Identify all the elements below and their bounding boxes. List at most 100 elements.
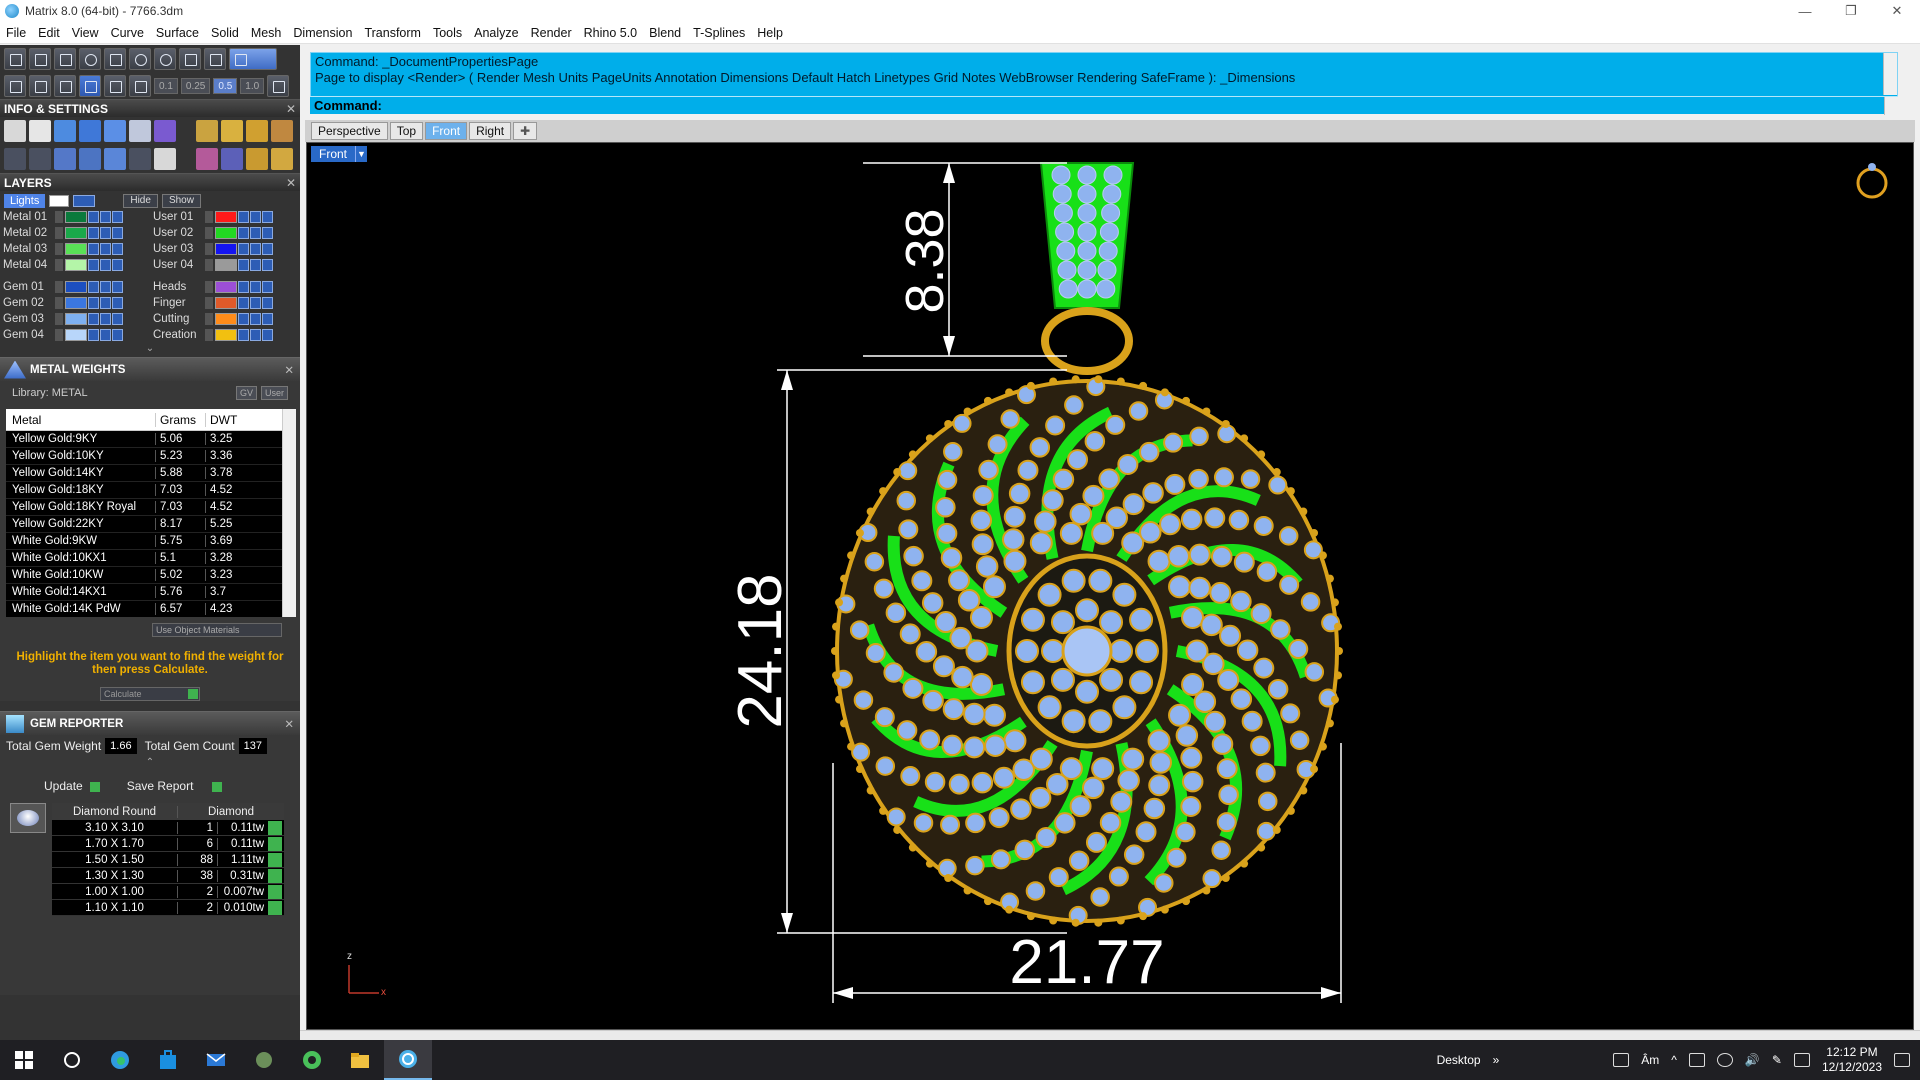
layer-swatch[interactable] <box>65 297 87 309</box>
ring-navigator-icon[interactable] <box>1856 163 1888 199</box>
layer-row[interactable]: Metal 02 <box>0 225 150 241</box>
select-layer-icon[interactable] <box>262 211 273 223</box>
layer-row[interactable]: Creation <box>150 327 300 343</box>
ring-icon[interactable] <box>196 148 218 170</box>
lock-icon[interactable] <box>88 297 99 309</box>
onedrive-icon[interactable] <box>1716 1053 1733 1067</box>
pen-icon[interactable]: ✎ <box>1772 1053 1782 1067</box>
layer-row[interactable]: Metal 04 <box>0 257 150 273</box>
grid-icon[interactable] <box>4 74 26 97</box>
lights-toggle[interactable]: Lights <box>4 194 46 208</box>
menu-tools[interactable]: Tools <box>427 26 468 40</box>
grid-snap-icon[interactable] <box>267 74 290 97</box>
table-row[interactable]: White Gold:9KW 5.75 3.69 <box>6 533 296 550</box>
menu-rhino[interactable]: Rhino 5.0 <box>578 26 644 40</box>
select-layer-icon[interactable] <box>112 227 123 239</box>
menu-render[interactable]: Render <box>525 26 578 40</box>
taskbar-store[interactable] <box>144 1040 192 1080</box>
select-layer-icon[interactable] <box>112 211 123 223</box>
layer-swatch[interactable] <box>215 259 237 271</box>
close-icon[interactable]: ✕ <box>286 176 296 190</box>
layer-row[interactable]: Metal 03 <box>0 241 150 257</box>
layer-row[interactable]: Gem 01 <box>0 279 150 295</box>
taskbar-mail[interactable] <box>192 1040 240 1080</box>
update-button[interactable]: Update <box>44 779 101 793</box>
cube-icon[interactable] <box>79 120 101 142</box>
close-button[interactable]: ✕ <box>1874 0 1920 22</box>
lock-icon[interactable] <box>238 243 249 255</box>
visible-icon[interactable] <box>250 259 261 271</box>
lock-icon[interactable] <box>88 227 99 239</box>
expand-arrow-icon[interactable] <box>55 211 63 223</box>
expand-arrow-icon[interactable] <box>55 329 63 341</box>
taskbar-matrix[interactable] <box>384 1040 432 1080</box>
layer-row[interactable]: User 02 <box>150 225 300 241</box>
lock-icon[interactable] <box>238 281 249 293</box>
table-row[interactable]: Yellow Gold:18KY 7.03 4.52 <box>6 482 296 499</box>
visible-icon[interactable] <box>100 313 111 325</box>
select-layer-icon[interactable] <box>262 281 273 293</box>
taskbar-app-2[interactable] <box>288 1040 336 1080</box>
add-tab-icon[interactable]: ✚ <box>513 122 538 140</box>
expand-arrow-icon[interactable] <box>55 297 63 309</box>
snap-chip-1-0[interactable]: 1.0 <box>240 77 265 94</box>
snap-chip-0-5[interactable]: 0.5 <box>213 77 238 94</box>
snap-icon[interactable] <box>79 74 101 97</box>
document-icon[interactable] <box>154 148 176 170</box>
menu-file[interactable]: File <box>0 26 32 40</box>
table-row[interactable]: 1.10 X 1.10 2 0.010tw <box>52 900 284 916</box>
polyline-tool-icon[interactable] <box>104 47 126 70</box>
keyboard-icon[interactable] <box>1613 1053 1630 1067</box>
sheet-icon[interactable] <box>104 120 126 142</box>
close-icon[interactable]: ✕ <box>284 717 294 731</box>
lock-icon[interactable] <box>238 259 249 271</box>
visible-icon[interactable] <box>100 281 111 293</box>
select-gem-icon[interactable] <box>268 852 282 867</box>
menu-mesh[interactable]: Mesh <box>245 26 288 40</box>
expand-arrow-icon[interactable] <box>205 227 213 239</box>
table-row[interactable]: Yellow Gold:10KY 5.23 3.36 <box>6 448 296 465</box>
select-layer-icon[interactable] <box>112 329 123 341</box>
table-row[interactable]: Yellow Gold:18KY Royal 7.03 4.52 <box>6 499 296 516</box>
layer-swatch[interactable] <box>215 329 237 341</box>
tab-front[interactable]: Front <box>425 122 468 140</box>
taskbar-app-1[interactable] <box>240 1040 288 1080</box>
restore-button[interactable]: ❐ <box>1828 0 1874 22</box>
menu-surface[interactable]: Surface <box>150 26 205 40</box>
select-layer-icon[interactable] <box>262 329 273 341</box>
select-gem-icon[interactable] <box>268 836 282 851</box>
brush-icon[interactable] <box>54 74 76 97</box>
layer-swatch[interactable] <box>215 211 237 223</box>
snap-chip-0-25[interactable]: 0.25 <box>180 77 211 94</box>
taskbar-explorer[interactable] <box>336 1040 384 1080</box>
grid-view-icon[interactable] <box>4 148 26 170</box>
tab-perspective[interactable]: Perspective <box>311 122 388 140</box>
expand-arrow-icon[interactable] <box>205 259 213 271</box>
line-tool-icon[interactable] <box>54 47 76 70</box>
select-layer-icon[interactable] <box>112 243 123 255</box>
layer-swatch[interactable] <box>65 329 87 341</box>
select-icon[interactable] <box>129 148 151 170</box>
select-layer-icon[interactable] <box>112 313 123 325</box>
command-input[interactable] <box>386 99 1886 113</box>
viewport-canvas[interactable]: 8.38 24.18 21.77 z x <box>307 143 1914 1030</box>
hide-button[interactable]: Hide <box>123 194 158 208</box>
frame-icon[interactable] <box>221 120 243 142</box>
table-row[interactable]: White Gold:14K PdW 6.57 4.23 <box>6 601 296 617</box>
plane-icon[interactable] <box>104 74 126 97</box>
collapse-handle-icon[interactable]: ⌄ <box>0 343 300 357</box>
visible-icon[interactable] <box>250 329 261 341</box>
menu-tsplines[interactable]: T-Splines <box>687 26 751 40</box>
prong-icon[interactable] <box>246 148 268 170</box>
layer-row[interactable]: User 04 <box>150 257 300 273</box>
layer-swatch[interactable] <box>65 313 87 325</box>
layer-row[interactable]: Metal 01 <box>0 209 150 225</box>
language-indicator[interactable]: Âm <box>1641 1053 1659 1067</box>
ime-icon[interactable] <box>1793 1053 1810 1067</box>
select-layer-icon[interactable] <box>262 259 273 271</box>
expand-arrow-icon[interactable] <box>55 243 63 255</box>
close-icon[interactable]: ✕ <box>284 363 294 377</box>
expand-arrow-icon[interactable] <box>205 211 213 223</box>
layer-swatch[interactable] <box>215 313 237 325</box>
layer-row[interactable]: Gem 02 <box>0 295 150 311</box>
